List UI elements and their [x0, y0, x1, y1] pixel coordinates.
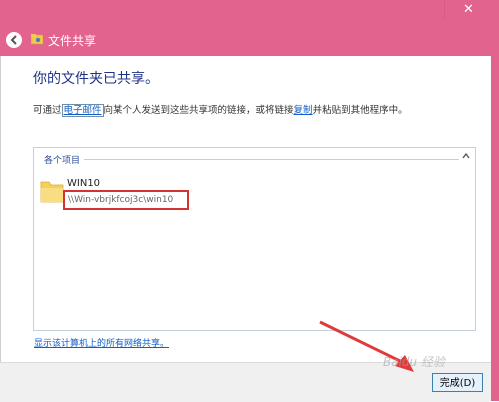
- email-link[interactable]: 电子邮件: [61, 104, 104, 117]
- window-border: [0, 56, 1, 401]
- back-arrow-icon: [10, 35, 17, 45]
- show-all-shares-link[interactable]: 显示该计算机上的所有网络共享。: [34, 336, 169, 349]
- close-button[interactable]: ✕: [444, 0, 492, 20]
- folder-icon: [40, 181, 64, 203]
- group-header-label: 各个项目: [44, 156, 81, 166]
- path-highlight-box: \\Win-vbrjkfcoj3c\win10: [63, 190, 189, 210]
- desc-middle: 向某个人发送到这些共享项的链接，或将链接: [103, 105, 294, 116]
- done-button[interactable]: 完成(D): [432, 373, 483, 392]
- item-name: WIN10: [67, 178, 101, 189]
- group-divider: [84, 159, 459, 160]
- window-title: 文件共享: [48, 34, 97, 48]
- back-button[interactable]: [6, 32, 22, 48]
- desc-suffix: 并粘贴到其他程序中。: [312, 105, 408, 116]
- page-heading: 你的文件夹已共享。: [33, 71, 159, 87]
- copy-link[interactable]: 复制: [294, 105, 313, 116]
- desc-prefix: 可通过: [33, 105, 62, 116]
- window-edge: [491, 56, 499, 401]
- item-path: \\Win-vbrjkfcoj3c\win10: [68, 195, 174, 205]
- description-text: 可通过 电子邮件 向某个人发送到这些共享项的链接，或将链接复制并粘贴到其他程序中。: [33, 102, 408, 117]
- shared-folder-icon: [31, 34, 43, 45]
- chevron-up-icon[interactable]: [462, 152, 470, 160]
- watermark-logo: Baidu 经验: [383, 355, 445, 369]
- shared-items-list: 各个项目 WIN10 \\Win-vbrjkfcoj3c\win10: [33, 147, 476, 331]
